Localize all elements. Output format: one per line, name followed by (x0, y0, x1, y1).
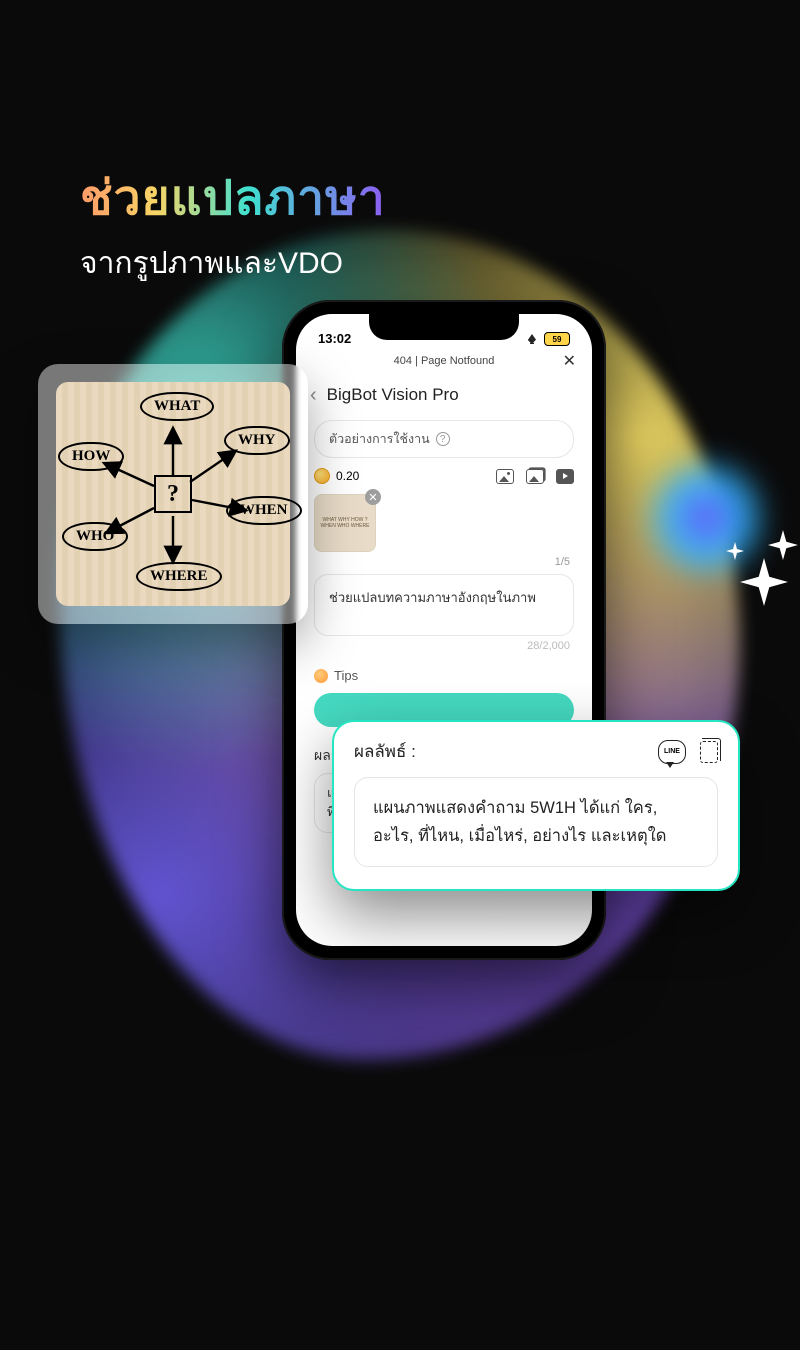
node-where: WHERE (136, 562, 222, 591)
uploaded-image-thumbnail[interactable]: ✕ WHAT WHY HOW ? WHEN WHO WHERE (314, 494, 376, 552)
upload-image-icon[interactable] (496, 469, 514, 484)
node-how: HOW (58, 442, 124, 471)
upload-gallery-icon[interactable] (526, 469, 544, 484)
node-what: WHAT (140, 392, 214, 421)
credit-and-media-row: 0.20 (314, 468, 574, 484)
node-why: WHY (224, 426, 290, 455)
node-who: WHO (62, 522, 128, 551)
copy-icon[interactable] (700, 741, 718, 763)
upload-video-icon[interactable] (556, 469, 574, 484)
example-usage-label: ตัวอย่างการใช้งาน (329, 429, 430, 449)
share-line-icon[interactable]: LINE (658, 740, 686, 764)
battery-indicator: 59 (544, 332, 570, 346)
diagram-card: ? WHAT WHY WHEN WHERE WHO HOW (38, 364, 308, 624)
phone-notch (369, 314, 519, 340)
window-title-row: 404 | Page Notfound ✕ (296, 348, 592, 374)
result-card-body: แผนภาพแสดงคำถาม 5W1H ได้แก่ ใคร, อะไร, ท… (354, 777, 718, 867)
wifi-icon (525, 334, 539, 344)
back-icon[interactable]: ‹ (310, 384, 317, 407)
prompt-input[interactable]: ช่วยแปลบทความภาษาอังกฤษในภาพ (314, 574, 574, 636)
diagram-5w1h: ? WHAT WHY WHEN WHERE WHO HOW (56, 382, 290, 606)
sparkle-badge (646, 458, 766, 578)
char-counter: 28/2,000 (318, 640, 570, 652)
tips-label: Tips (334, 668, 358, 683)
node-when: WHEN (226, 496, 302, 525)
image-counter: 1/5 (318, 556, 570, 568)
diagram-center: ? (154, 475, 192, 513)
help-icon: ? (436, 432, 450, 446)
result-card-title: ผลลัพธ์ : (354, 738, 416, 765)
remove-image-icon[interactable]: ✕ (365, 489, 381, 505)
app-title: BigBot Vision Pro (327, 385, 459, 405)
example-usage-button[interactable]: ตัวอย่างการใช้งาน ? (314, 420, 574, 458)
lightbulb-icon (314, 669, 328, 683)
tips-row: Tips (314, 668, 574, 683)
sparkle-glow (646, 458, 766, 578)
credit-value: 0.20 (336, 469, 359, 483)
hero-headline: ช่วยแปลภาษา จากรูปภาพและVDO (80, 160, 386, 287)
prompt-text: ช่วยแปลบทความภาษาอังกฤษในภาพ (329, 590, 536, 605)
status-time: 13:02 (318, 331, 351, 346)
window-title: 404 | Page Notfound (394, 355, 495, 367)
coin-icon (314, 468, 330, 484)
hero-title: ช่วยแปลภาษา (80, 160, 386, 236)
hero-subtitle: จากรูปภาพและVDO (80, 240, 386, 287)
app-header: ‹ BigBot Vision Pro (296, 374, 592, 416)
thumbnail-content: WHAT WHY HOW ? WHEN WHO WHERE (315, 517, 375, 529)
result-card: ผลลัพธ์ : LINE แผนภาพแสดงคำถาม 5W1H ได้แ… (332, 720, 740, 891)
close-icon[interactable]: ✕ (563, 351, 576, 371)
